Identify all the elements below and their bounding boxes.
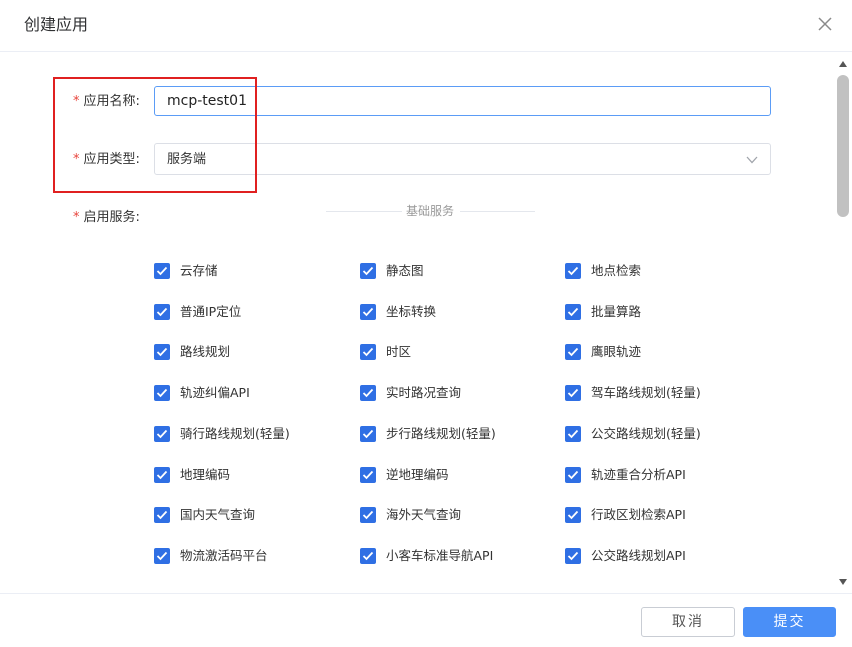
- services-label: * 启用服务:: [73, 210, 140, 225]
- required-mark: *: [73, 210, 80, 225]
- close-icon: [818, 17, 832, 31]
- scroll-up-arrow-icon[interactable]: [838, 59, 848, 69]
- service-checkbox-label: 静态图: [386, 263, 424, 278]
- checkbox-checked-icon[interactable]: [360, 304, 376, 320]
- checkbox-checked-icon[interactable]: [565, 344, 581, 360]
- service-checkbox-label: 骑行路线规划(轻量): [180, 426, 290, 441]
- chevron-down-icon: [746, 156, 758, 164]
- service-checkbox-label: 路线规划: [180, 344, 231, 359]
- cancel-button[interactable]: 取消: [641, 607, 735, 637]
- checkbox-checked-icon[interactable]: [360, 344, 376, 360]
- checkbox-checked-icon[interactable]: [154, 385, 170, 401]
- create-app-dialog: 创建应用 *应用名称: *应用类型: 服务端 *启用服务: 基础服务: [0, 0, 852, 647]
- service-checkbox-label: 鹰眼轨迹: [591, 344, 642, 359]
- required-mark: *: [73, 152, 80, 167]
- app-type-label: * 应用类型:: [73, 152, 140, 167]
- divider-line-left: [326, 211, 402, 212]
- app-type-select[interactable]: 服务端: [154, 143, 771, 175]
- app-name-input[interactable]: [154, 86, 771, 116]
- checkbox-checked-icon[interactable]: [565, 507, 581, 523]
- service-checkbox-label: 地理编码: [180, 467, 231, 482]
- dialog-footer: 取消 提交: [0, 593, 852, 647]
- service-checkbox-label: 实时路况查询: [386, 385, 462, 400]
- checkbox-checked-icon[interactable]: [360, 467, 376, 483]
- checkbox-checked-icon[interactable]: [360, 507, 376, 523]
- services-section-title: 基础服务: [404, 203, 457, 219]
- scrollbar[interactable]: [836, 53, 850, 593]
- service-checkbox-label: 公交路线规划(轻量): [591, 426, 701, 441]
- service-checkbox-label: 云存储: [180, 263, 218, 278]
- dialog-body: *应用名称: *应用类型: 服务端 *启用服务: 基础服务 云存储 静态图 地点检索…: [0, 53, 852, 593]
- service-checkbox-label: 轨迹重合分析API: [591, 467, 686, 482]
- service-checkbox-label: 驾车路线规划(轻量): [591, 385, 701, 400]
- checkbox-checked-icon[interactable]: [154, 548, 170, 564]
- submit-button[interactable]: 提交: [743, 607, 836, 637]
- dialog-title: 创建应用: [24, 15, 89, 34]
- divider-line-right: [460, 211, 535, 212]
- checkbox-checked-icon[interactable]: [154, 304, 170, 320]
- checkbox-checked-icon[interactable]: [565, 263, 581, 279]
- service-checkbox-label: 物流激活码平台: [180, 548, 268, 563]
- checkbox-checked-icon[interactable]: [360, 385, 376, 401]
- service-checkbox-label: 轨迹纠偏API: [180, 385, 250, 400]
- service-checkbox-label: 步行路线规划(轻量): [386, 426, 496, 441]
- service-checkbox-label: 国内天气查询: [180, 507, 256, 522]
- checkbox-checked-icon[interactable]: [360, 263, 376, 279]
- service-checkbox-label: 逆地理编码: [386, 467, 449, 482]
- checkbox-checked-icon[interactable]: [565, 304, 581, 320]
- service-checkbox-label: 行政区划检索API: [591, 507, 686, 522]
- scroll-down-arrow-icon[interactable]: [838, 577, 848, 587]
- checkbox-checked-icon[interactable]: [154, 426, 170, 442]
- checkbox-checked-icon[interactable]: [360, 426, 376, 442]
- service-checkbox-label: 批量算路: [591, 304, 642, 319]
- service-checkbox-label: 坐标转换: [386, 304, 437, 319]
- service-checkbox-label: 公交路线规划API: [591, 548, 686, 563]
- checkbox-checked-icon[interactable]: [565, 426, 581, 442]
- scrollbar-thumb[interactable]: [837, 75, 849, 217]
- checkbox-checked-icon[interactable]: [154, 263, 170, 279]
- service-checkbox-label: 小客车标准导航API: [386, 548, 494, 563]
- service-checkbox-label: 海外天气查询: [386, 507, 462, 522]
- checkbox-checked-icon[interactable]: [154, 507, 170, 523]
- checkbox-checked-icon[interactable]: [154, 344, 170, 360]
- close-button[interactable]: [814, 13, 836, 35]
- service-checkbox-label: 普通IP定位: [180, 304, 242, 319]
- checkbox-checked-icon[interactable]: [154, 467, 170, 483]
- required-mark: *: [73, 94, 80, 109]
- checkbox-checked-icon[interactable]: [360, 548, 376, 564]
- app-name-label: * 应用名称:: [73, 94, 140, 109]
- checkbox-checked-icon[interactable]: [565, 548, 581, 564]
- service-checkbox-label: 地点检索: [591, 263, 642, 278]
- app-type-value: 服务端: [167, 152, 207, 167]
- service-checkbox-label: 时区: [386, 344, 412, 359]
- dialog-header: 创建应用: [0, 0, 852, 52]
- checkbox-checked-icon[interactable]: [565, 385, 581, 401]
- checkbox-checked-icon[interactable]: [565, 467, 581, 483]
